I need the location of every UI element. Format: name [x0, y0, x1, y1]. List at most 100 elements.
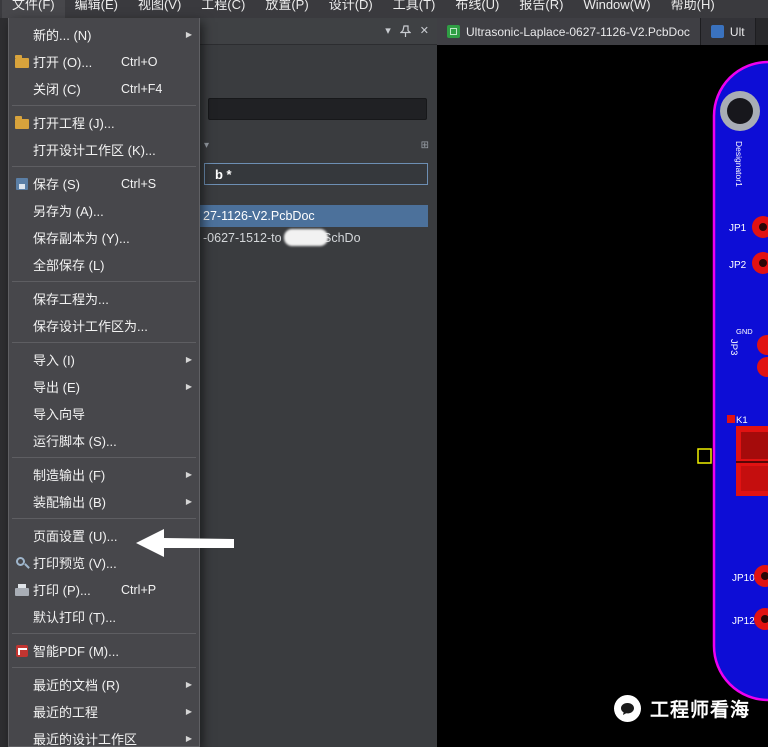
- designator-label: Designator1: [734, 141, 744, 187]
- menu-icon-slot: [14, 27, 33, 43]
- pcbdoc-file-icon: [447, 25, 460, 38]
- menubar-item-tools[interactable]: 工具(T): [383, 0, 446, 18]
- pcb-canvas[interactable]: Designator1 JP1 JP2 GND JP3 K1 JP10 JP12: [437, 45, 768, 747]
- jp2-pad-hole: [759, 259, 767, 267]
- menu-item-save-project-as[interactable]: 保存工程为...: [9, 285, 199, 312]
- menu-item-export[interactable]: 导出 (E) ▶: [9, 373, 199, 400]
- menubar-item-edit[interactable]: 编辑(E): [65, 0, 128, 18]
- k1-component-divider: [736, 461, 768, 463]
- menu-item-close[interactable]: 关闭 (C) Ctrl+F4: [9, 75, 199, 102]
- menu-item-open-project[interactable]: 打开工程 (J)...: [9, 109, 199, 136]
- menubar-item-place[interactable]: 放置(P): [255, 0, 318, 18]
- watermark-text: 工程师看海: [650, 695, 750, 722]
- submenu-arrow-icon: ▶: [186, 497, 192, 506]
- jp2-label: JP2: [729, 260, 747, 271]
- save-icon: [14, 176, 33, 192]
- menu-item-default-prints[interactable]: 默认打印 (T)...: [9, 603, 199, 630]
- menu-item-import-wizard[interactable]: 导入向导: [9, 400, 199, 427]
- project-name-box[interactable]: b *: [204, 163, 428, 185]
- menubar-item-view[interactable]: 视图(V): [128, 0, 191, 18]
- menu-item-recent-documents[interactable]: 最近的文档 (R) ▶: [9, 671, 199, 698]
- menu-item-save-workspace-as[interactable]: 保存设计工作区为...: [9, 312, 199, 339]
- menu-item-recent-projects[interactable]: 最近的工程 ▶: [9, 698, 199, 725]
- menu-item-smart-pdf[interactable]: 智能PDF (M)...: [9, 637, 199, 664]
- tab-label: Ult: [730, 25, 745, 39]
- selection-marker: [698, 449, 711, 463]
- open-folder-icon: [14, 54, 33, 70]
- submenu-arrow-icon: ▶: [186, 734, 192, 743]
- doc-list-item-pcbdoc[interactable]: 27-1126-V2.PcbDoc: [200, 205, 428, 227]
- menu-item-open-workspace[interactable]: 打开设计工作区 (K)...: [9, 136, 199, 163]
- jp10-label: JP10: [732, 573, 755, 584]
- filter-chevron-down-icon[interactable]: ▾: [204, 140, 209, 151]
- menu-icon-slot: [14, 731, 33, 747]
- submenu-arrow-icon: ▶: [186, 382, 192, 391]
- menu-icon-slot: [14, 230, 33, 246]
- menu-item-import[interactable]: 导入 (I) ▶: [9, 346, 199, 373]
- menu-icon-slot: [14, 81, 33, 97]
- menu-item-save-all[interactable]: 全部保存 (L): [9, 251, 199, 278]
- menu-item-new[interactable]: 新的... (N) ▶: [9, 21, 199, 48]
- menu-icon-slot: [14, 677, 33, 693]
- menu-separator: [12, 633, 196, 634]
- k1-pad: [727, 415, 735, 423]
- menu-item-recent-workspaces[interactable]: 最近的设计工作区 ▶: [9, 725, 199, 747]
- menu-icon-slot: [14, 379, 33, 395]
- menubar-item-help[interactable]: 帮助(H): [661, 0, 725, 18]
- close-icon[interactable]: ✕: [420, 26, 429, 37]
- jp1-pad-hole: [759, 223, 767, 231]
- app-root: 文件(F) 编辑(E) 视图(V) 工程(C) 放置(P) 设计(D) 工具(T…: [0, 0, 768, 747]
- menu-separator: [12, 105, 196, 106]
- view-grid-icon[interactable]: ⊞: [421, 140, 429, 151]
- tab-pcbdoc[interactable]: Ultrasonic-Laplace-0627-1126-V2.PcbDoc: [437, 18, 701, 45]
- project-name: b *: [205, 167, 232, 182]
- menubar-item-reports[interactable]: 报告(R): [509, 0, 573, 18]
- schdoc-file-icon: [711, 25, 724, 38]
- search-input[interactable]: [208, 98, 427, 120]
- submenu-arrow-icon: ▶: [186, 355, 192, 364]
- chevron-down-icon[interactable]: ▾: [385, 26, 391, 37]
- pdf-icon: [14, 643, 33, 659]
- menu-separator: [12, 281, 196, 282]
- document-area: Ultrasonic-Laplace-0627-1126-V2.PcbDoc U…: [437, 18, 768, 747]
- doc-item-label: 27-1126-V2.PcbDoc: [203, 209, 315, 223]
- menu-item-fabrication-outputs[interactable]: 制造输出 (F) ▶: [9, 461, 199, 488]
- submenu-arrow-icon: ▶: [186, 470, 192, 479]
- menu-icon-slot: [14, 352, 33, 368]
- panel-filter-row: ▾ ⊞: [204, 137, 429, 153]
- projects-panel: ▾ ✕ ▾ ⊞ b * 27-1126-V2.PcbDoc -0627-1512…: [200, 18, 437, 747]
- menu-icon-slot: [14, 257, 33, 273]
- menubar-item-window[interactable]: Window(W): [573, 0, 660, 18]
- menu-item-save-copy-as[interactable]: 保存副本为 (Y)...: [9, 224, 199, 251]
- menu-item-print[interactable]: 打印 (P)... Ctrl+P: [9, 576, 199, 603]
- menubar-item-design[interactable]: 设计(D): [319, 0, 383, 18]
- menu-item-save[interactable]: 保存 (S) Ctrl+S: [9, 170, 199, 197]
- pcb-view[interactable]: Designator1 JP1 JP2 GND JP3 K1 JP10 JP12: [437, 45, 768, 747]
- projects-panel-body: ▾ ⊞ b * 27-1126-V2.PcbDoc -0627-1512-to …: [200, 45, 437, 747]
- menubar-item-route[interactable]: 布线(U): [445, 0, 509, 18]
- annotation-arrow: [128, 524, 240, 562]
- menu-icon-slot: [14, 318, 33, 334]
- folder-icon: [14, 115, 33, 131]
- watermark: 工程师看海: [614, 695, 750, 722]
- submenu-arrow-icon: ▶: [186, 30, 192, 39]
- tab-second-document[interactable]: Ult: [701, 18, 756, 45]
- menu-icon-slot: [14, 609, 33, 625]
- k1-label: K1: [736, 415, 748, 426]
- printer-icon: [14, 582, 33, 598]
- menu-icon-slot: [14, 433, 33, 449]
- menu-item-assembly-outputs[interactable]: 装配输出 (B) ▶: [9, 488, 199, 515]
- jp3-label: JP3: [728, 339, 739, 355]
- menu-separator: [12, 457, 196, 458]
- menubar-item-file[interactable]: 文件(F): [2, 0, 65, 18]
- menubar-item-project[interactable]: 工程(C): [191, 0, 255, 18]
- menu-separator: [12, 166, 196, 167]
- jp12-label: JP12: [732, 616, 755, 627]
- document-tab-bar: Ultrasonic-Laplace-0627-1126-V2.PcbDoc U…: [437, 18, 768, 45]
- projects-panel-header: ▾ ✕: [200, 18, 437, 45]
- menu-item-open[interactable]: 打开 (O)... Ctrl+O: [9, 48, 199, 75]
- menu-icon-slot: [14, 528, 33, 544]
- menu-item-save-as[interactable]: 另存为 (A)...: [9, 197, 199, 224]
- pin-icon[interactable]: [400, 25, 411, 38]
- menu-item-run-script[interactable]: 运行脚本 (S)...: [9, 427, 199, 454]
